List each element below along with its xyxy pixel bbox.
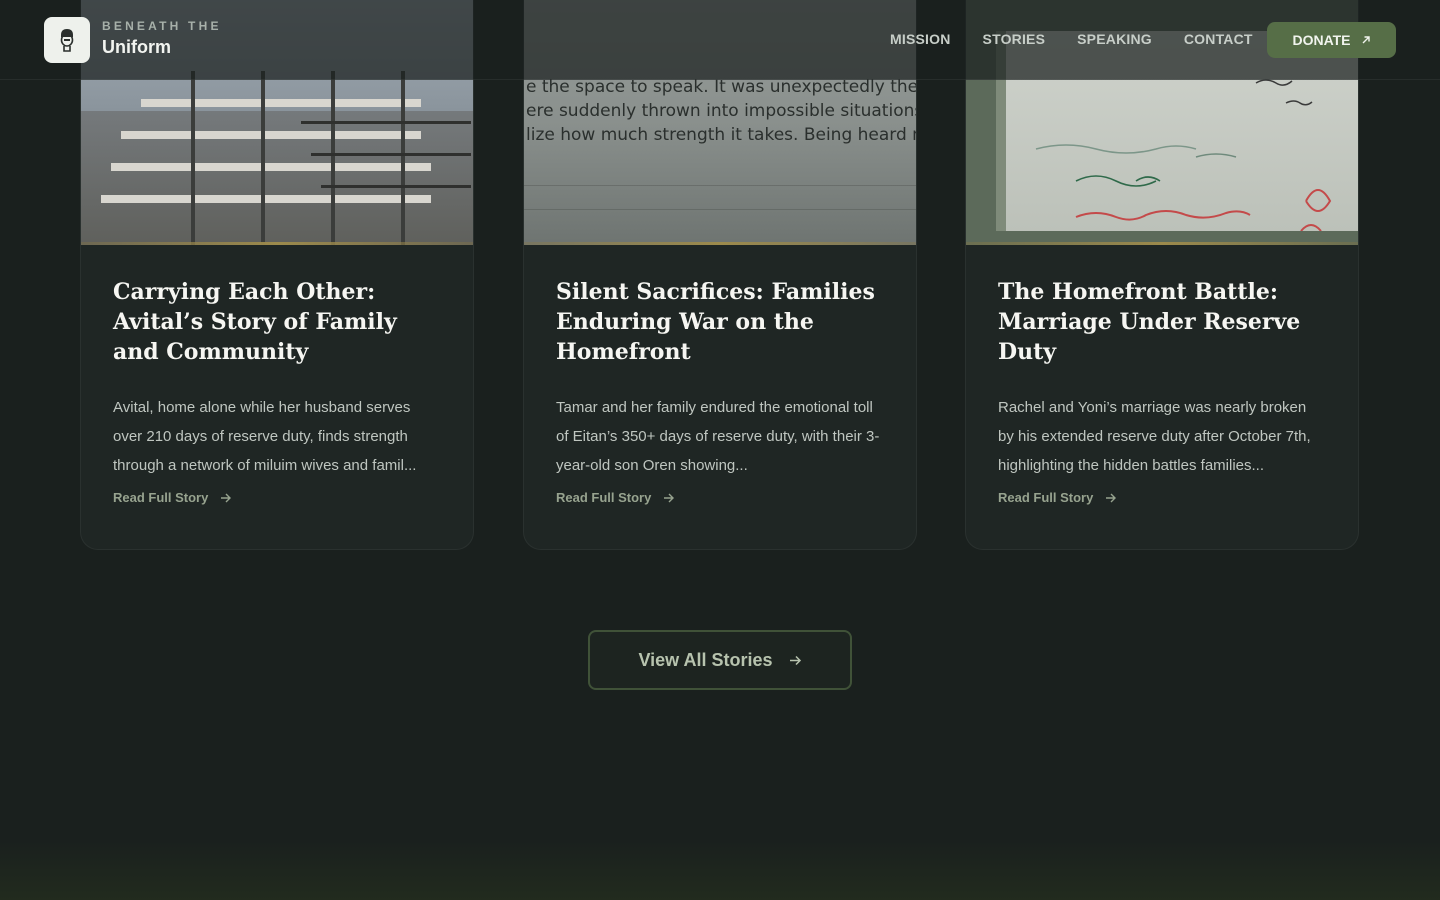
arrow-right-icon <box>789 655 801 665</box>
image-accent-line <box>966 242 1358 245</box>
read-full-story-link[interactable]: Read Full Story <box>556 490 675 505</box>
read-more-label: Read Full Story <box>998 490 1094 505</box>
bottom-glow <box>0 840 1440 900</box>
story-title[interactable]: Silent Sacrifices: Families Enduring War… <box>556 277 884 367</box>
story-card[interactable]: Carrying Each Other: Avital’s Story of F… <box>80 0 474 550</box>
image-accent-line <box>81 242 473 245</box>
story-card[interactable]: The Homefront Battle: Marriage Under Res… <box>965 0 1359 550</box>
story-title[interactable]: Carrying Each Other: Avital’s Story of F… <box>113 277 441 367</box>
read-full-story-link[interactable]: Read Full Story <box>998 490 1117 505</box>
story-title[interactable]: The Homefront Battle: Marriage Under Res… <box>998 277 1326 367</box>
document-text-line: e the space to speak. It was unexpectedl… <box>526 77 916 97</box>
arrow-right-icon <box>221 493 232 502</box>
story-excerpt: Tamar and her family endured the emotion… <box>556 399 880 474</box>
image-accent-line <box>524 242 916 245</box>
arrow-right-icon <box>664 493 675 502</box>
nav-item-stories[interactable]: STORIES <box>983 31 1046 47</box>
brand-name[interactable]: Uniform <box>102 37 171 58</box>
read-more-label: Read Full Story <box>113 490 209 505</box>
story-excerpt: Avital, home alone while her husband ser… <box>113 399 417 474</box>
document-text-line: ere suddenly thrown into impossible situ… <box>526 101 916 121</box>
brand-tagline: BENEATH THE <box>102 19 222 33</box>
nav-item-mission[interactable]: MISSION <box>890 31 951 47</box>
nav-item-speaking[interactable]: SPEAKING <box>1077 31 1152 47</box>
view-all-stories-button[interactable]: View All Stories <box>588 630 852 690</box>
read-full-story-link[interactable]: Read Full Story <box>113 490 232 505</box>
main-nav: MISSION STORIES SPEAKING CONTACT <box>890 31 1253 47</box>
donate-button[interactable]: DONATE <box>1267 22 1396 58</box>
arrow-right-icon <box>1106 493 1117 502</box>
story-excerpt: Rachel and Yoni’s marriage was nearly br… <box>998 399 1311 474</box>
donate-label: DONATE <box>1292 32 1351 48</box>
read-more-label: Read Full Story <box>556 490 652 505</box>
site-header: BENEATH THE Uniform MISSION STORIES SPEA… <box>0 0 1440 80</box>
view-all-label: View All Stories <box>638 649 773 670</box>
soldier-head-icon <box>60 29 74 52</box>
logo[interactable] <box>44 17 90 63</box>
story-card[interactable]: e the space to speak. It was unexpectedl… <box>523 0 917 550</box>
arrow-up-right-icon <box>1362 36 1370 44</box>
nav-item-contact[interactable]: CONTACT <box>1184 31 1253 47</box>
document-text-line: lize how much strength it takes. Being h… <box>526 125 916 145</box>
